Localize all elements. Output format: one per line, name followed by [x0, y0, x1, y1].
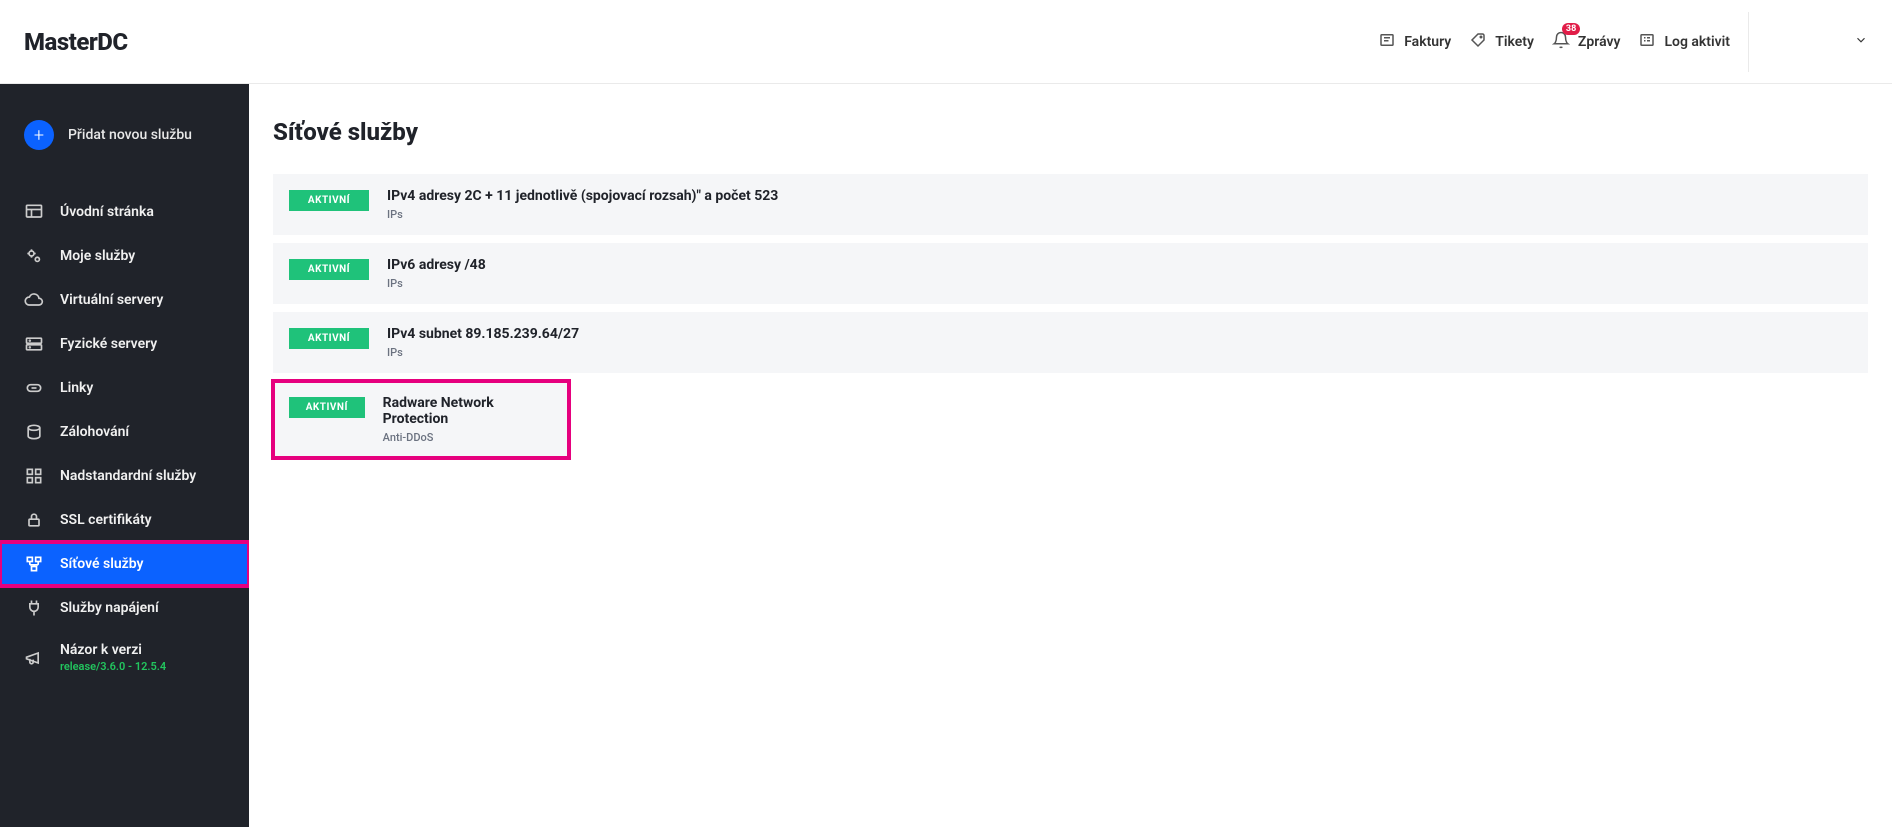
sidebar-item-links[interactable]: Linky — [0, 366, 249, 410]
service-row[interactable]: AKTIVNÍ Radware Network Protection Anti-… — [273, 381, 569, 458]
service-sub: IPs — [387, 346, 579, 359]
plug-icon — [24, 598, 44, 618]
megaphone-icon — [24, 648, 44, 668]
service-row[interactable]: AKTIVNÍ IPv6 adresy /48 IPs — [273, 243, 1868, 304]
user-menu[interactable] — [1748, 12, 1868, 72]
sidebar-item-backup[interactable]: Zálohování — [0, 410, 249, 454]
bell-icon: 38 — [1552, 31, 1570, 53]
service-row[interactable]: AKTIVNÍ IPv4 adresy 2C + 11 jednotlivě (… — [273, 174, 1868, 235]
sidebar-item-virtual[interactable]: Virtuální servery — [0, 278, 249, 322]
link-icon — [24, 378, 44, 398]
sidebar-item-sub: release/3.6.0 - 12.5.4 — [60, 660, 166, 673]
service-sub: IPs — [387, 277, 486, 290]
sidebar-item-network[interactable]: Síťové služby — [0, 542, 249, 586]
nav-tickets-label: Tikety — [1495, 34, 1534, 50]
lock-icon — [24, 510, 44, 530]
sidebar-item-label: Virtuální servery — [60, 292, 163, 308]
sidebar-item-label: Fyzické servery — [60, 336, 157, 352]
sidebar-item-label: Moje služby — [60, 248, 135, 264]
sidebar-item-feedback[interactable]: Názor k verzi release/3.6.0 - 12.5.4 — [0, 630, 249, 685]
page-title: Síťové služby — [273, 118, 1868, 146]
plus-icon: + — [24, 120, 54, 150]
sidebar-item-label: Nadstandardní služby — [60, 468, 196, 484]
service-title: IPv4 subnet 89.185.239.64/27 — [387, 326, 579, 342]
sidebar: + Přidat novou službu Úvodní stránka Moj… — [0, 84, 249, 827]
service-sub: Anti-DDoS — [383, 431, 553, 444]
sidebar-item-label: Zálohování — [60, 424, 129, 440]
topnav: Faktury Tikety 38 Zprávy Log aktivit — [1378, 12, 1868, 72]
cloud-icon — [24, 290, 44, 310]
sidebar-item-label: SSL certifikáty — [60, 512, 152, 528]
topbar: MasterDC Faktury Tikety 38 Zprávy Log — [0, 0, 1892, 84]
tag-icon — [1469, 31, 1487, 53]
status-badge: AKTIVNÍ — [289, 328, 369, 349]
service-row[interactable]: AKTIVNÍ IPv4 subnet 89.185.239.64/27 IPs — [273, 312, 1868, 373]
sidebar-item-physical[interactable]: Fyzické servery — [0, 322, 249, 366]
gears-icon — [24, 246, 44, 266]
service-title: IPv6 adresy /48 — [387, 257, 486, 273]
status-badge: AKTIVNÍ — [289, 190, 369, 211]
sidebar-item-myservices[interactable]: Moje služby — [0, 234, 249, 278]
sidebar-item-ssl[interactable]: SSL certifikáty — [0, 498, 249, 542]
nav-messages[interactable]: 38 Zprávy — [1552, 31, 1621, 53]
invoice-icon — [1378, 31, 1396, 53]
status-badge: AKTIVNÍ — [289, 259, 369, 280]
list-icon — [1638, 31, 1656, 53]
sidebar-item-label: Linky — [60, 380, 93, 396]
dashboard-icon — [24, 202, 44, 222]
service-title: Radware Network Protection — [383, 395, 553, 427]
add-service-button[interactable]: + Přidat novou službu — [0, 112, 249, 158]
sidebar-item-label: Síťové služby — [60, 556, 144, 572]
sidebar-item-label: Názor k verzi — [60, 642, 142, 658]
nav-tickets[interactable]: Tikety — [1469, 31, 1534, 53]
grid-icon — [24, 466, 44, 486]
service-title: IPv4 adresy 2C + 11 jednotlivě (spojovac… — [387, 188, 778, 204]
status-badge: AKTIVNÍ — [289, 397, 365, 418]
server-icon — [24, 334, 44, 354]
sidebar-item-extra[interactable]: Nadstandardní služby — [0, 454, 249, 498]
sidebar-item-home[interactable]: Úvodní stránka — [0, 190, 249, 234]
sidebar-item-label: Úvodní stránka — [60, 204, 154, 220]
messages-badge: 38 — [1562, 23, 1580, 36]
nav-activity-label: Log aktivit — [1664, 34, 1730, 50]
backup-icon — [24, 422, 44, 442]
service-sub: IPs — [387, 208, 778, 221]
add-service-label: Přidat novou službu — [68, 127, 192, 143]
chevron-down-icon — [1854, 32, 1868, 51]
nav-invoices-label: Faktury — [1404, 34, 1451, 50]
sidebar-item-power[interactable]: Služby napájení — [0, 586, 249, 630]
sidebar-item-label: Služby napájení — [60, 600, 159, 616]
nav-invoices[interactable]: Faktury — [1378, 31, 1451, 53]
network-icon — [24, 554, 44, 574]
nav-messages-label: Zprávy — [1578, 34, 1621, 50]
logo[interactable]: MasterDC — [24, 28, 128, 56]
main-content: Síťové služby AKTIVNÍ IPv4 adresy 2C + 1… — [249, 84, 1892, 827]
nav-activity[interactable]: Log aktivit — [1638, 31, 1730, 53]
